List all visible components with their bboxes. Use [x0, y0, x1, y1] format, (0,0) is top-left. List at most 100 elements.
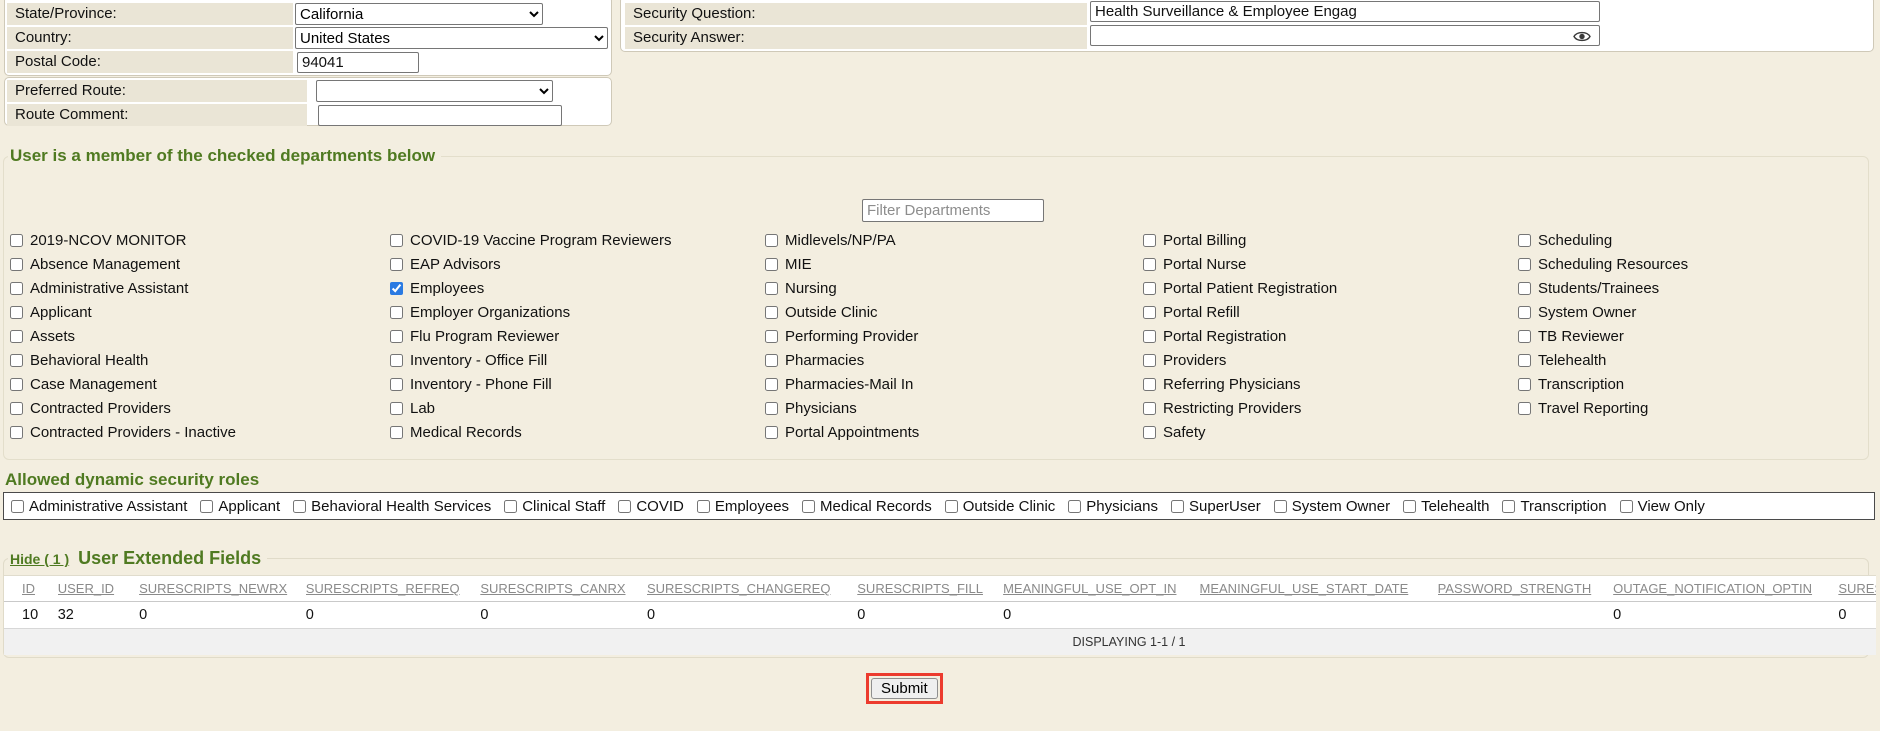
table-column-header[interactable]: USER_ID: [58, 581, 139, 596]
department-option[interactable]: Employer Organizations: [390, 300, 671, 324]
security-role-option[interactable]: Administrative Assistant: [11, 493, 187, 519]
department-checkbox[interactable]: [390, 234, 403, 247]
department-checkbox[interactable]: [390, 306, 403, 319]
department-option[interactable]: Outside Clinic: [765, 300, 919, 324]
department-option[interactable]: Scheduling: [1518, 228, 1688, 252]
table-column-header[interactable]: SURESCRIPTS_CANRX: [480, 581, 647, 596]
department-checkbox[interactable]: [1518, 354, 1531, 367]
table-column-header[interactable]: SURESCRIPTS_REFREQ: [306, 581, 481, 596]
department-checkbox[interactable]: [10, 234, 23, 247]
department-checkbox[interactable]: [1143, 402, 1156, 415]
department-checkbox[interactable]: [765, 378, 778, 391]
postal-code-input[interactable]: [297, 52, 419, 73]
department-option[interactable]: Employees: [390, 276, 671, 300]
department-checkbox[interactable]: [10, 306, 23, 319]
department-option[interactable]: Case Management: [10, 372, 236, 396]
department-checkbox[interactable]: [390, 354, 403, 367]
department-option[interactable]: Portal Appointments: [765, 420, 919, 444]
department-checkbox[interactable]: [1518, 282, 1531, 295]
security-role-option[interactable]: Medical Records: [802, 493, 932, 519]
department-checkbox[interactable]: [1143, 378, 1156, 391]
department-option[interactable]: Students/Trainees: [1518, 276, 1688, 300]
department-checkbox[interactable]: [10, 330, 23, 343]
security-role-checkbox[interactable]: [1502, 500, 1515, 513]
preferred-route-select[interactable]: [316, 80, 553, 102]
department-option[interactable]: Behavioral Health: [10, 348, 236, 372]
department-option[interactable]: Administrative Assistant: [10, 276, 236, 300]
department-option[interactable]: Midlevels/NP/PA: [765, 228, 919, 252]
country-select[interactable]: United States: [295, 27, 608, 49]
security-role-option[interactable]: Employees: [697, 493, 789, 519]
department-checkbox[interactable]: [1143, 354, 1156, 367]
security-role-checkbox[interactable]: [945, 500, 958, 513]
department-checkbox[interactable]: [1518, 258, 1531, 271]
department-option[interactable]: Absence Management: [10, 252, 236, 276]
department-option[interactable]: Assets: [10, 324, 236, 348]
department-option[interactable]: TB Reviewer: [1518, 324, 1688, 348]
department-checkbox[interactable]: [10, 354, 23, 367]
department-option[interactable]: Travel Reporting: [1518, 396, 1688, 420]
security-role-option[interactable]: System Owner: [1274, 493, 1390, 519]
department-option[interactable]: Restricting Providers: [1143, 396, 1337, 420]
department-option[interactable]: Portal Nurse: [1143, 252, 1337, 276]
department-checkbox[interactable]: [1143, 330, 1156, 343]
department-checkbox[interactable]: [1518, 378, 1531, 391]
security-role-checkbox[interactable]: [11, 500, 24, 513]
eye-icon[interactable]: [1573, 30, 1591, 48]
department-checkbox[interactable]: [390, 402, 403, 415]
table-column-header[interactable]: SURESCRIPTS_NEWRX: [139, 581, 306, 596]
department-option[interactable]: Inventory - Office Fill: [390, 348, 671, 372]
department-option[interactable]: Safety: [1143, 420, 1337, 444]
department-option[interactable]: EAP Advisors: [390, 252, 671, 276]
department-checkbox[interactable]: [1518, 306, 1531, 319]
department-checkbox[interactable]: [1143, 282, 1156, 295]
security-role-checkbox[interactable]: [1403, 500, 1416, 513]
department-checkbox[interactable]: [1143, 306, 1156, 319]
security-role-option[interactable]: Physicians: [1068, 493, 1158, 519]
security-role-option[interactable]: Behavioral Health Services: [293, 493, 491, 519]
department-checkbox[interactable]: [1143, 234, 1156, 247]
department-option[interactable]: Medical Records: [390, 420, 671, 444]
department-checkbox[interactable]: [10, 282, 23, 295]
department-checkbox[interactable]: [765, 402, 778, 415]
department-option[interactable]: Nursing: [765, 276, 919, 300]
department-option[interactable]: COVID-19 Vaccine Program Reviewers: [390, 228, 671, 252]
submit-button[interactable]: Submit: [871, 678, 938, 699]
security-role-checkbox[interactable]: [1620, 500, 1633, 513]
table-column-header[interactable]: OUTAGE_NOTIFICATION_OPTIN: [1613, 581, 1838, 596]
department-checkbox[interactable]: [10, 378, 23, 391]
department-option[interactable]: Portal Billing: [1143, 228, 1337, 252]
table-column-header[interactable]: MEANINGFUL_USE_START_DATE: [1200, 581, 1438, 596]
security-role-option[interactable]: SuperUser: [1171, 493, 1261, 519]
security-role-checkbox[interactable]: [697, 500, 710, 513]
security-role-checkbox[interactable]: [618, 500, 631, 513]
department-option[interactable]: Performing Provider: [765, 324, 919, 348]
department-checkbox[interactable]: [390, 282, 403, 295]
department-option[interactable]: Inventory - Phone Fill: [390, 372, 671, 396]
department-checkbox[interactable]: [765, 258, 778, 271]
department-option[interactable]: Contracted Providers: [10, 396, 236, 420]
department-option[interactable]: Referring Physicians: [1143, 372, 1337, 396]
department-checkbox[interactable]: [1143, 258, 1156, 271]
table-column-header[interactable]: PASSWORD_STRENGTH: [1438, 581, 1614, 596]
department-option[interactable]: Physicians: [765, 396, 919, 420]
security-role-option[interactable]: Transcription: [1502, 493, 1606, 519]
route-comment-input[interactable]: [318, 105, 562, 126]
department-option[interactable]: Telehealth: [1518, 348, 1688, 372]
department-checkbox[interactable]: [390, 378, 403, 391]
department-option[interactable]: Providers: [1143, 348, 1337, 372]
department-checkbox[interactable]: [1518, 330, 1531, 343]
department-checkbox[interactable]: [765, 234, 778, 247]
department-checkbox[interactable]: [1518, 234, 1531, 247]
filter-departments-input[interactable]: [862, 199, 1044, 222]
department-option[interactable]: 2019-NCOV MONITOR: [10, 228, 236, 252]
department-checkbox[interactable]: [765, 426, 778, 439]
department-checkbox[interactable]: [765, 330, 778, 343]
table-column-header[interactable]: SURESCRIPTS_FILL: [857, 581, 1003, 596]
department-option[interactable]: Flu Program Reviewer: [390, 324, 671, 348]
department-option[interactable]: System Owner: [1518, 300, 1688, 324]
department-checkbox[interactable]: [765, 282, 778, 295]
security-role-checkbox[interactable]: [1068, 500, 1081, 513]
table-column-header[interactable]: MEANINGFUL_USE_OPT_IN: [1003, 581, 1199, 596]
department-option[interactable]: Scheduling Resources: [1518, 252, 1688, 276]
